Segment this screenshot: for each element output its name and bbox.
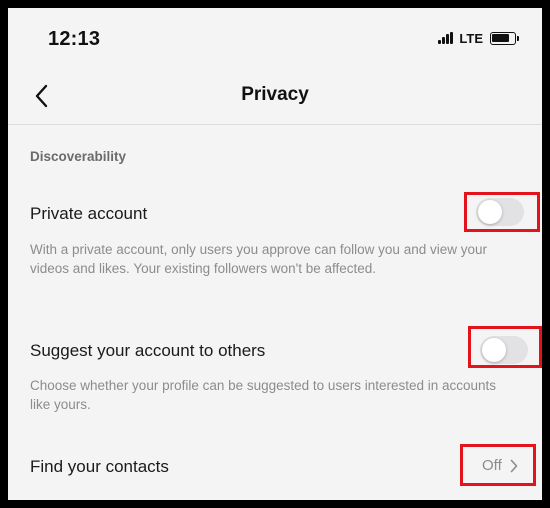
header-divider: [8, 124, 542, 125]
section-header-discoverability: Discoverability: [30, 149, 127, 164]
private-account-toggle[interactable]: [476, 198, 524, 226]
toggle-knob: [482, 338, 506, 362]
battery-icon: [490, 31, 519, 45]
signal-icon: [438, 32, 454, 44]
chevron-right-icon: [510, 459, 518, 472]
page-title: Privacy: [241, 84, 309, 105]
status-icons: LTE: [438, 30, 519, 46]
suggest-account-toggle[interactable]: [480, 336, 528, 364]
network-type: LTE: [459, 30, 483, 46]
suggest-account-description: Choose whether your profile can be sugge…: [30, 378, 497, 412]
phone-screen: 12:13 LTE Privacy Discoverability Privat…: [8, 8, 542, 500]
find-contacts-label: Find your contacts: [30, 457, 169, 476]
screenshot-frame: 12:13 LTE Privacy Discoverability Privat…: [0, 0, 550, 508]
private-account-label: Private account: [30, 204, 148, 223]
private-account-description: With a private account, only users you a…: [30, 242, 487, 276]
status-bar: 12:13 LTE: [8, 8, 542, 60]
find-contacts-value-button[interactable]: Off: [482, 457, 518, 474]
status-time: 12:13: [48, 28, 101, 50]
navigation-bar: Privacy: [8, 70, 542, 122]
suggest-account-label: Suggest your account to others: [30, 341, 266, 360]
find-contacts-value: Off: [482, 457, 502, 474]
toggle-knob: [478, 200, 502, 224]
